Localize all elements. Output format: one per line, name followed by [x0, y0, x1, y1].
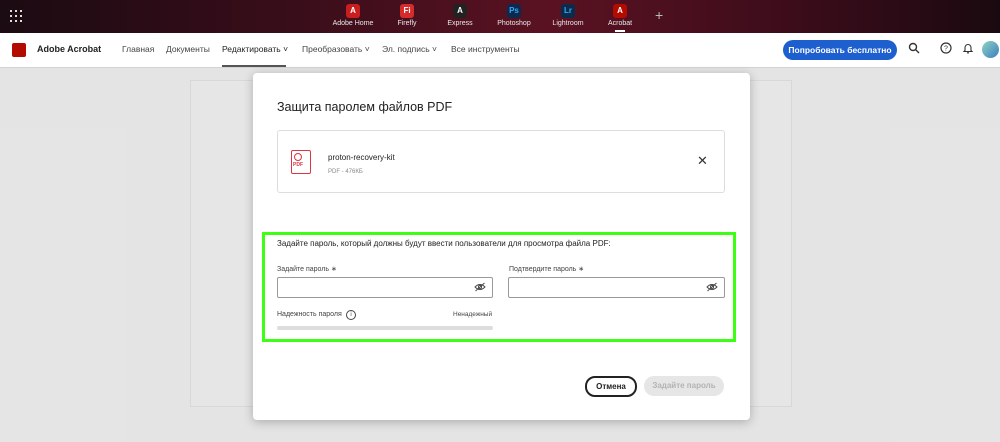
app-firefly[interactable]: Fi Firefly: [377, 0, 437, 33]
app-adobe-home[interactable]: A Adobe Home: [323, 0, 383, 33]
set-password-button[interactable]: Задайте пароль: [644, 376, 724, 396]
password-strength-value: Ненадежный: [453, 311, 493, 318]
avatar[interactable]: [982, 41, 999, 58]
app-label: Adobe Home: [332, 20, 374, 27]
hide-password-eye-icon[interactable]: [706, 282, 718, 292]
app-lightroom[interactable]: Lr Lightroom: [538, 0, 598, 33]
app-label: Express: [447, 20, 473, 27]
svg-text:?: ?: [944, 46, 948, 53]
help-icon[interactable]: ?: [939, 42, 953, 56]
try-free-button[interactable]: Попробовать бесплатно: [783, 40, 897, 60]
add-app-icon[interactable]: +: [655, 7, 663, 23]
confirm-password-input[interactable]: [508, 277, 725, 298]
remove-file-close-icon[interactable]: ✕: [697, 153, 708, 169]
brand-name: Adobe Acrobat: [37, 44, 102, 54]
notifications-bell-icon[interactable]: [961, 42, 975, 56]
main-nav: Adobe Acrobat Главная Документы Редактир…: [0, 33, 1000, 68]
password-instruction: Задайте пароль, который должны будут вве…: [277, 239, 611, 248]
file-name: proton-recovery-kit: [328, 153, 395, 162]
protect-pdf-dialog: Защита паролем файлов PDF PDF proton-rec…: [253, 73, 750, 420]
app-label: Lightroom: [552, 20, 584, 27]
nav-item-all-tools[interactable]: Все инструменты: [451, 44, 520, 54]
adobe-home-icon: A: [346, 4, 360, 18]
express-icon: A: [453, 4, 467, 18]
app-acrobat[interactable]: A Acrobat: [590, 0, 650, 33]
password-input[interactable]: [277, 277, 493, 298]
photoshop-icon: Ps: [507, 4, 521, 18]
confirm-password-label: Подтвердите пароль ∗: [509, 266, 585, 273]
info-icon[interactable]: i: [346, 310, 356, 320]
password-strength-label: Надежность пароля: [277, 311, 342, 318]
search-icon[interactable]: [907, 42, 921, 56]
app-grid-icon[interactable]: [10, 10, 22, 22]
pdf-file-icon: PDF: [291, 150, 311, 174]
cancel-button[interactable]: Отмена: [585, 376, 637, 397]
app-photoshop[interactable]: Ps Photoshop: [484, 0, 544, 33]
acrobat-logo-icon: [12, 43, 26, 57]
nav-item-edit[interactable]: Редактировать ˅: [222, 44, 288, 54]
app-express[interactable]: A Express: [430, 0, 490, 33]
app-label: Photoshop: [497, 20, 531, 27]
app-switcher-bar: A Adobe Home Fi Firefly A Express Ps Pho…: [0, 0, 1000, 33]
hide-password-eye-icon[interactable]: [474, 282, 486, 292]
nav-item-convert[interactable]: Преобразовать ˅: [302, 44, 370, 54]
firefly-icon: Fi: [400, 4, 414, 18]
app-label: Acrobat: [607, 20, 633, 27]
file-card: PDF proton-recovery-kit PDF - 476КБ ✕: [277, 130, 725, 193]
nav-item-documents[interactable]: Документы: [166, 44, 210, 54]
nav-item-home[interactable]: Главная: [122, 44, 154, 54]
password-strength-meter: [277, 326, 493, 330]
file-meta: PDF - 476КБ: [328, 169, 363, 175]
password-label: Задайте пароль ∗: [277, 266, 337, 273]
acrobat-icon: A: [613, 4, 627, 18]
app-label: Firefly: [397, 20, 417, 27]
nav-item-esign[interactable]: Эл. подпись ˅: [382, 44, 437, 54]
dialog-title: Защита паролем файлов PDF: [277, 100, 453, 114]
lightroom-icon: Lr: [561, 4, 575, 18]
